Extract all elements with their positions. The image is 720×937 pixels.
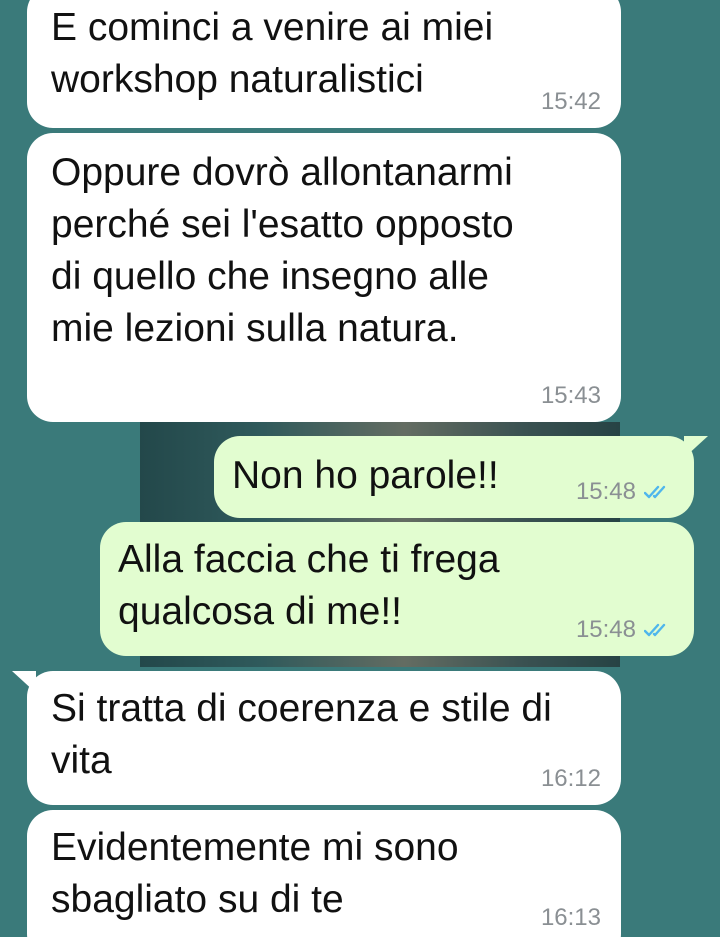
message-incoming[interactable]: Evidentemente mi sono sbagliato su di te…: [27, 810, 621, 937]
message-text: Oppure dovrò allontanarmi perché sei l'e…: [51, 151, 514, 350]
read-receipt-icon: [644, 623, 666, 637]
message-text: Evidentemente mi sono sbagliato su di te: [51, 826, 459, 921]
message-meta: 16:12: [541, 765, 601, 793]
message-meta: 15:48: [576, 478, 674, 506]
read-receipt-icon: [644, 485, 666, 499]
message-outgoing[interactable]: Non ho parole!! 15:48: [214, 436, 694, 518]
message-text: E cominci a venire ai miei workshop natu…: [51, 6, 494, 101]
message-meta: 16:13: [541, 904, 601, 932]
chat-thread[interactable]: E cominci a venire ai miei workshop natu…: [0, 0, 720, 937]
message-time: 15:48: [575, 616, 636, 643]
message-time: 16:12: [540, 765, 601, 792]
message-time: 15:48: [575, 478, 636, 505]
message-outgoing[interactable]: Alla faccia che ti frega qualcosa di me!…: [100, 522, 694, 656]
message-incoming[interactable]: E cominci a venire ai miei workshop natu…: [27, 0, 621, 128]
message-meta: 15:42: [541, 88, 601, 116]
message-incoming[interactable]: Oppure dovrò allontanarmi perché sei l'e…: [27, 133, 621, 422]
message-meta: 15:48: [576, 616, 674, 644]
message-incoming[interactable]: Si tratta di coerenza e stile di vita 16…: [27, 671, 621, 805]
message-time: 15:43: [540, 382, 601, 409]
message-text: Si tratta di coerenza e stile di vita: [51, 687, 552, 782]
message-meta: 15:43: [541, 382, 601, 410]
message-time: 16:13: [540, 904, 601, 931]
message-time: 15:42: [540, 88, 601, 115]
